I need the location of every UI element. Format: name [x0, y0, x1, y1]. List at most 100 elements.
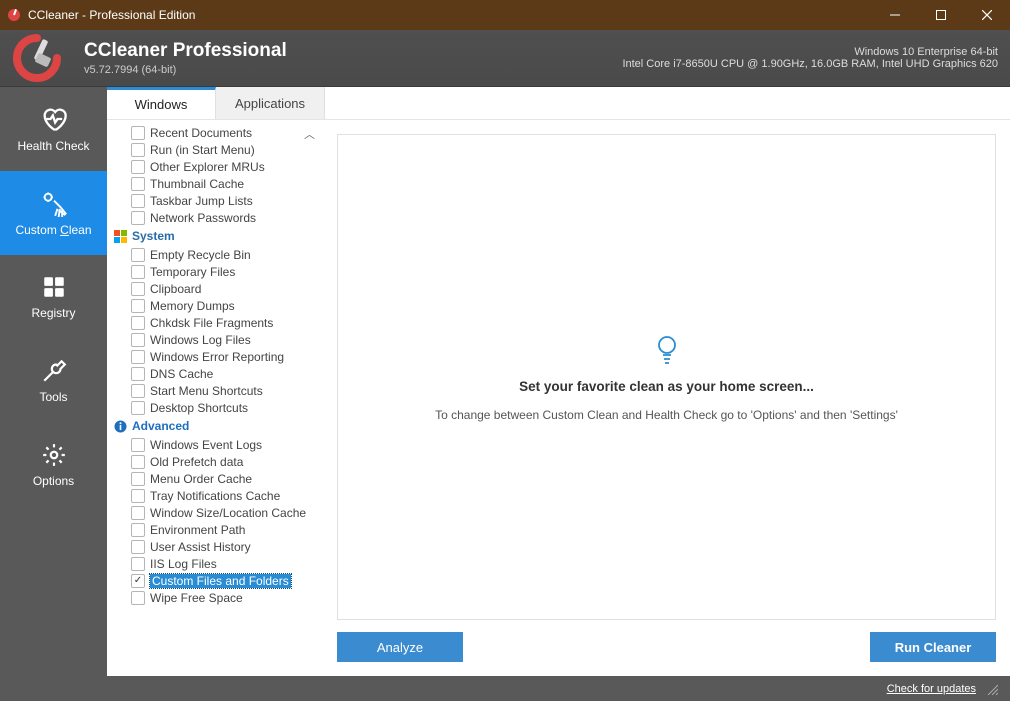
lightbulb-icon — [654, 333, 680, 365]
tree-item[interactable]: DNS Cache — [107, 365, 323, 382]
checkbox[interactable] — [131, 455, 145, 469]
checkbox[interactable] — [131, 591, 145, 605]
action-bar: Analyze Run Cleaner — [337, 632, 996, 662]
sidebar-item-options[interactable]: Options — [0, 423, 107, 507]
checkbox[interactable] — [131, 194, 145, 208]
sidebar-item-custom-clean[interactable]: Custom Clean — [0, 171, 107, 255]
checkbox[interactable] — [131, 316, 145, 330]
tree-item[interactable]: Windows Event Logs — [107, 436, 323, 453]
checkbox[interactable] — [131, 540, 145, 554]
tree-item-label: Custom Files and Folders — [150, 574, 291, 588]
tree-item[interactable]: Memory Dumps — [107, 297, 323, 314]
checkbox[interactable] — [131, 401, 145, 415]
tree-item[interactable]: Environment Path — [107, 521, 323, 538]
checkbox[interactable] — [131, 333, 145, 347]
tree-item[interactable]: Network Passwords — [107, 209, 323, 226]
group-system[interactable]: System — [107, 226, 323, 246]
info-panel: Set your favorite clean as your home scr… — [337, 134, 996, 620]
sidebar-item-registry[interactable]: Registry — [0, 255, 107, 339]
tree-item-label: Menu Order Cache — [150, 472, 252, 486]
sidebar-label: Custom Clean — [15, 223, 91, 237]
tree-item[interactable]: Windows Error Reporting — [107, 348, 323, 365]
tab-applications[interactable]: Applications — [216, 87, 325, 119]
checkbox[interactable] — [131, 160, 145, 174]
tree-item-label: Start Menu Shortcuts — [150, 384, 263, 398]
check-updates-link[interactable]: Check for updates — [887, 683, 976, 695]
tree-item[interactable]: User Assist History — [107, 538, 323, 555]
tree-item-label: Taskbar Jump Lists — [150, 194, 253, 208]
close-button[interactable] — [964, 0, 1010, 30]
footer: Check for updates — [0, 676, 1010, 701]
tab-windows[interactable]: Windows — [107, 87, 216, 119]
checkbox[interactable] — [131, 211, 145, 225]
checkbox[interactable] — [131, 143, 145, 157]
tree-item[interactable]: Custom Files and Folders — [107, 572, 323, 589]
checkbox[interactable] — [131, 506, 145, 520]
checkbox[interactable] — [131, 248, 145, 262]
sidebar-item-health-check[interactable]: Health Check — [0, 87, 107, 171]
tree-item[interactable]: Tray Notifications Cache — [107, 487, 323, 504]
tree-item[interactable]: Chkdsk File Fragments — [107, 314, 323, 331]
window-title: CCleaner - Professional Edition — [28, 8, 195, 22]
minimize-button[interactable] — [872, 0, 918, 30]
analyze-button[interactable]: Analyze — [337, 632, 463, 662]
checkbox[interactable] — [131, 438, 145, 452]
tree-item[interactable]: Window Size/Location Cache — [107, 504, 323, 521]
chevron-up-icon[interactable]: ︿ — [304, 126, 315, 142]
tree-item-label: Windows Event Logs — [150, 438, 262, 452]
checkbox[interactable] — [131, 367, 145, 381]
tree-item[interactable]: Old Prefetch data — [107, 453, 323, 470]
tree-item[interactable]: Wipe Free Space — [107, 589, 323, 606]
panel-text: To change between Custom Clean and Healt… — [435, 408, 898, 422]
tree-item[interactable]: Recent Documents — [107, 124, 323, 141]
tree-item[interactable]: Desktop Shortcuts — [107, 399, 323, 416]
tree-item[interactable]: Windows Log Files — [107, 331, 323, 348]
run-cleaner-button[interactable]: Run Cleaner — [870, 632, 996, 662]
tree-item[interactable]: Empty Recycle Bin — [107, 246, 323, 263]
checkbox[interactable] — [131, 177, 145, 191]
tree-item-label: Windows Log Files — [150, 333, 251, 347]
tabs: Windows Applications — [107, 87, 1010, 120]
tree-item[interactable]: Clipboard — [107, 280, 323, 297]
sys-os: Windows 10 Enterprise 64-bit — [622, 46, 998, 58]
checkbox[interactable] — [131, 282, 145, 296]
tree-item[interactable]: Temporary Files — [107, 263, 323, 280]
tree-item-label: Other Explorer MRUs — [150, 160, 265, 174]
content: Windows Applications ︿ Recent Documents R… — [107, 87, 1010, 676]
tree-item[interactable]: Run (in Start Menu) — [107, 141, 323, 158]
maximize-button[interactable] — [918, 0, 964, 30]
tree-item[interactable]: Other Explorer MRUs — [107, 158, 323, 175]
panel-heading: Set your favorite clean as your home scr… — [519, 379, 814, 394]
tree-item[interactable]: Taskbar Jump Lists — [107, 192, 323, 209]
checkbox[interactable] — [131, 265, 145, 279]
clean-tree[interactable]: ︿ Recent Documents Run (in Start Menu) Oth… — [107, 120, 323, 676]
checkbox[interactable] — [131, 523, 145, 537]
main: ︿ Recent Documents Run (in Start Menu) Oth… — [107, 120, 1010, 676]
app-version: v5.72.7994 (64-bit) — [84, 64, 287, 76]
checkbox[interactable] — [131, 384, 145, 398]
tree-item[interactable]: IIS Log Files — [107, 555, 323, 572]
checkbox[interactable] — [131, 489, 145, 503]
tree-item-label: Windows Error Reporting — [150, 350, 284, 364]
tree-item-label: Desktop Shortcuts — [150, 401, 248, 415]
checkbox[interactable] — [131, 574, 145, 588]
checkbox[interactable] — [131, 557, 145, 571]
tree-item-label: Run (in Start Menu) — [150, 143, 255, 157]
resize-grip-icon[interactable] — [986, 683, 998, 695]
checkbox[interactable] — [131, 299, 145, 313]
sidebar-label: Options — [33, 474, 74, 488]
tree-item[interactable]: Thumbnail Cache — [107, 175, 323, 192]
app-icon — [6, 7, 22, 23]
checkbox[interactable] — [131, 472, 145, 486]
checkbox[interactable] — [131, 350, 145, 364]
registry-icon — [41, 274, 67, 300]
tree-item[interactable]: Start Menu Shortcuts — [107, 382, 323, 399]
app-window: CCleaner - Professional Edition CCleaner… — [0, 0, 1010, 701]
tree-item-label: Recent Documents — [150, 126, 252, 140]
header-text: CCleaner Professional v5.72.7994 (64-bit… — [84, 40, 287, 76]
windows-logo-icon — [113, 229, 127, 243]
sidebar-item-tools[interactable]: Tools — [0, 339, 107, 423]
checkbox[interactable] — [131, 126, 145, 140]
group-advanced[interactable]: Advanced — [107, 416, 323, 436]
tree-item[interactable]: Menu Order Cache — [107, 470, 323, 487]
